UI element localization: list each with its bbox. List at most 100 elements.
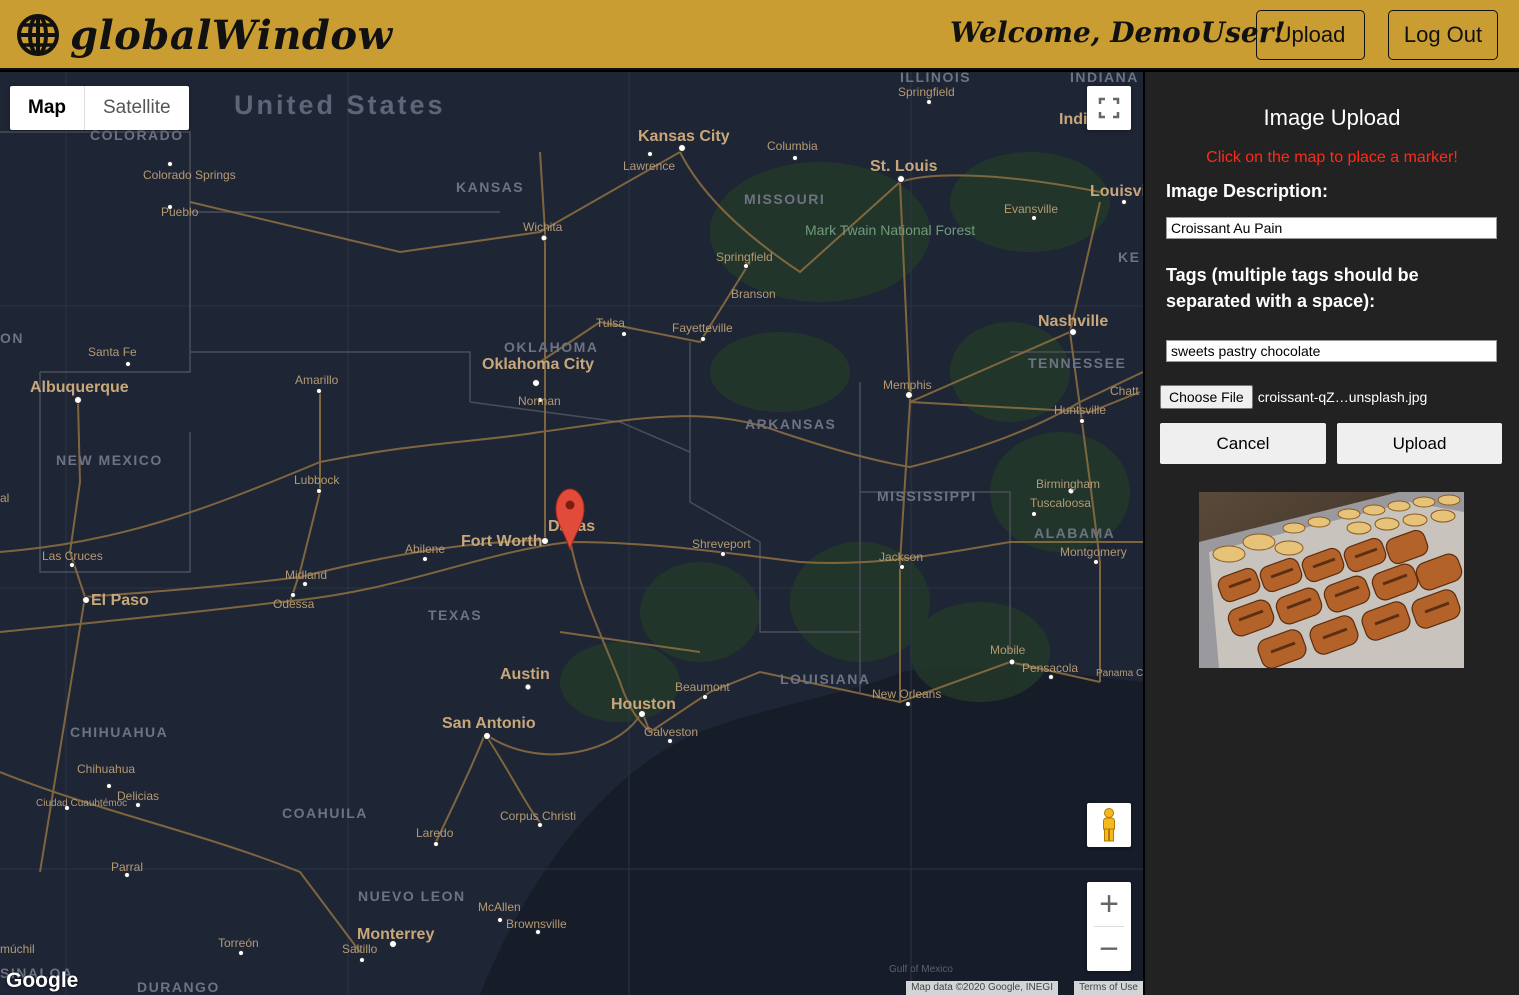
pegman-icon xyxy=(1103,808,1115,842)
map-label: Lubbock xyxy=(294,473,340,487)
map-label: Pensacola xyxy=(1022,661,1078,675)
map-label: Kansas City xyxy=(638,128,730,145)
selected-file-name: croissant-qZ…unsplash.jpg xyxy=(1257,389,1428,405)
map-label: Gulf of Mexico xyxy=(889,964,953,975)
file-picker: Choose File croissant-qZ…unsplash.jpg xyxy=(1160,385,1427,409)
map-label: ILLINOIS xyxy=(900,72,971,85)
tags-label: Tags (multiple tags should be separated … xyxy=(1166,265,1419,311)
app-title: globalWindow xyxy=(70,11,393,59)
map-label: Galveston xyxy=(644,725,698,739)
map-label: Pueblo xyxy=(161,205,199,219)
upload-panel: Image Upload Click on the map to place a… xyxy=(1145,72,1519,995)
map-label: TEXAS xyxy=(428,607,482,623)
map-label: Birmingham xyxy=(1036,477,1100,491)
map-label: COAHUILA xyxy=(282,805,368,821)
map-label: Shreveport xyxy=(692,537,751,551)
map-label: Lawrence xyxy=(623,159,675,173)
description-label: Image Description: xyxy=(1166,181,1329,201)
map-base: United States COLORADO KANSAS MISSOURI O… xyxy=(0,72,1143,995)
map-label: Laredo xyxy=(416,826,454,840)
map-label: Norman xyxy=(518,394,561,408)
terms-of-use-link[interactable]: Terms of Use xyxy=(1074,981,1143,995)
map-label: KE xyxy=(1118,249,1140,265)
map-label: INDIANA xyxy=(1070,72,1139,85)
street-view-pegman[interactable] xyxy=(1087,803,1131,847)
map-label: Albuquerque xyxy=(30,379,129,396)
map-label: McAllen xyxy=(478,900,521,914)
map-label: NUEVO LEON xyxy=(358,888,466,904)
map-hint: Click on the map to place a marker! xyxy=(1206,149,1458,166)
map-label: Amarillo xyxy=(295,373,339,387)
map-label: ALABAMA xyxy=(1034,525,1115,541)
map-label: Tulsa xyxy=(596,316,625,330)
map-label: Monterrey xyxy=(357,926,434,943)
map-label: Wichita xyxy=(523,220,563,234)
map-attribution: Map data ©2020 Google, INEGI xyxy=(906,981,1058,995)
map-label: Oklahoma City xyxy=(482,356,594,373)
label-united-states: United States xyxy=(234,90,446,120)
map-label: Tuscaloosa xyxy=(1030,496,1091,510)
map-label: Fayetteville xyxy=(672,321,733,335)
header-upload-button[interactable]: Upload xyxy=(1256,10,1365,60)
zoom-out-button[interactable]: − xyxy=(1087,927,1131,971)
map-label: DURANGO xyxy=(137,979,220,995)
map-label: Huntsville xyxy=(1054,403,1106,417)
map-label: Odessa xyxy=(273,597,315,611)
map-label: Abilene xyxy=(405,542,445,556)
map-type-map[interactable]: Map xyxy=(10,86,85,130)
map-label: Torreón xyxy=(218,936,259,950)
map-label: Brownsville xyxy=(506,917,567,931)
logo[interactable]: globalWindow xyxy=(16,11,393,59)
map-label: San Antonio xyxy=(442,715,536,732)
map-label: Santa Fe xyxy=(88,345,137,359)
submit-upload-button[interactable]: Upload xyxy=(1337,423,1502,464)
map-label: Corpus Christi xyxy=(500,809,576,823)
map-label: Memphis xyxy=(883,378,932,392)
map-label: OKLAHOMA xyxy=(504,339,598,355)
map-label: Indi xyxy=(1059,111,1087,128)
zoom-in-button[interactable]: + xyxy=(1087,882,1131,926)
map-label: Columbia xyxy=(767,139,818,153)
map-label: Colorado Springs xyxy=(143,168,236,182)
choose-file-button[interactable]: Choose File xyxy=(1160,385,1253,409)
tags-input[interactable] xyxy=(1166,340,1497,362)
map-label: Springfield xyxy=(716,250,773,264)
zoom-control: + − xyxy=(1087,882,1131,971)
google-logo[interactable]: Google xyxy=(6,969,78,993)
map-label: Las Cruces xyxy=(42,549,103,563)
map-label: Saltillo xyxy=(342,942,378,956)
map-label: LOUISIANA xyxy=(780,671,871,687)
fullscreen-button[interactable] xyxy=(1087,86,1131,130)
description-input[interactable] xyxy=(1166,217,1497,239)
map-label: Houston xyxy=(611,696,676,713)
map-label: Mobile xyxy=(990,643,1026,657)
cancel-button[interactable]: Cancel xyxy=(1160,423,1326,464)
map-label: múchil xyxy=(0,942,35,956)
map-label: Parral xyxy=(111,860,143,874)
logout-button[interactable]: Log Out xyxy=(1388,10,1498,60)
map-label: Mark Twain National Forest xyxy=(805,222,975,238)
map-label: CHIHUAHUA xyxy=(70,724,168,740)
map-label: Montgomery xyxy=(1060,545,1127,559)
map-type-control: Map Satellite xyxy=(10,86,189,130)
map-label: Ciudad Cuauhtémoc xyxy=(36,798,127,809)
map-label: KANSAS xyxy=(456,179,524,195)
map-label: NEW MEXICO xyxy=(56,452,163,468)
globe-icon xyxy=(17,14,59,56)
map-canvas[interactable]: United States COLORADO KANSAS MISSOURI O… xyxy=(0,72,1143,995)
map-label: Chihuahua xyxy=(77,762,135,776)
map-label: Chatt xyxy=(1110,384,1139,398)
map-label: El Paso xyxy=(91,592,149,609)
panel-title: Image Upload xyxy=(1263,105,1401,130)
map-label: Louisvi xyxy=(1090,183,1143,200)
map-label: Nashville xyxy=(1038,313,1108,330)
map-label: Branson xyxy=(731,287,776,301)
map-label: New Orleans xyxy=(872,687,941,701)
map-label: TENNESSEE xyxy=(1028,355,1126,371)
map-label: St. Louis xyxy=(870,158,938,175)
map-label: Austin xyxy=(500,666,550,683)
map-type-satellite[interactable]: Satellite xyxy=(85,86,189,130)
welcome-message: Welcome, DemoUser! xyxy=(950,16,1286,49)
map-label: Midland xyxy=(285,568,327,582)
croissant-photo xyxy=(1199,492,1464,668)
